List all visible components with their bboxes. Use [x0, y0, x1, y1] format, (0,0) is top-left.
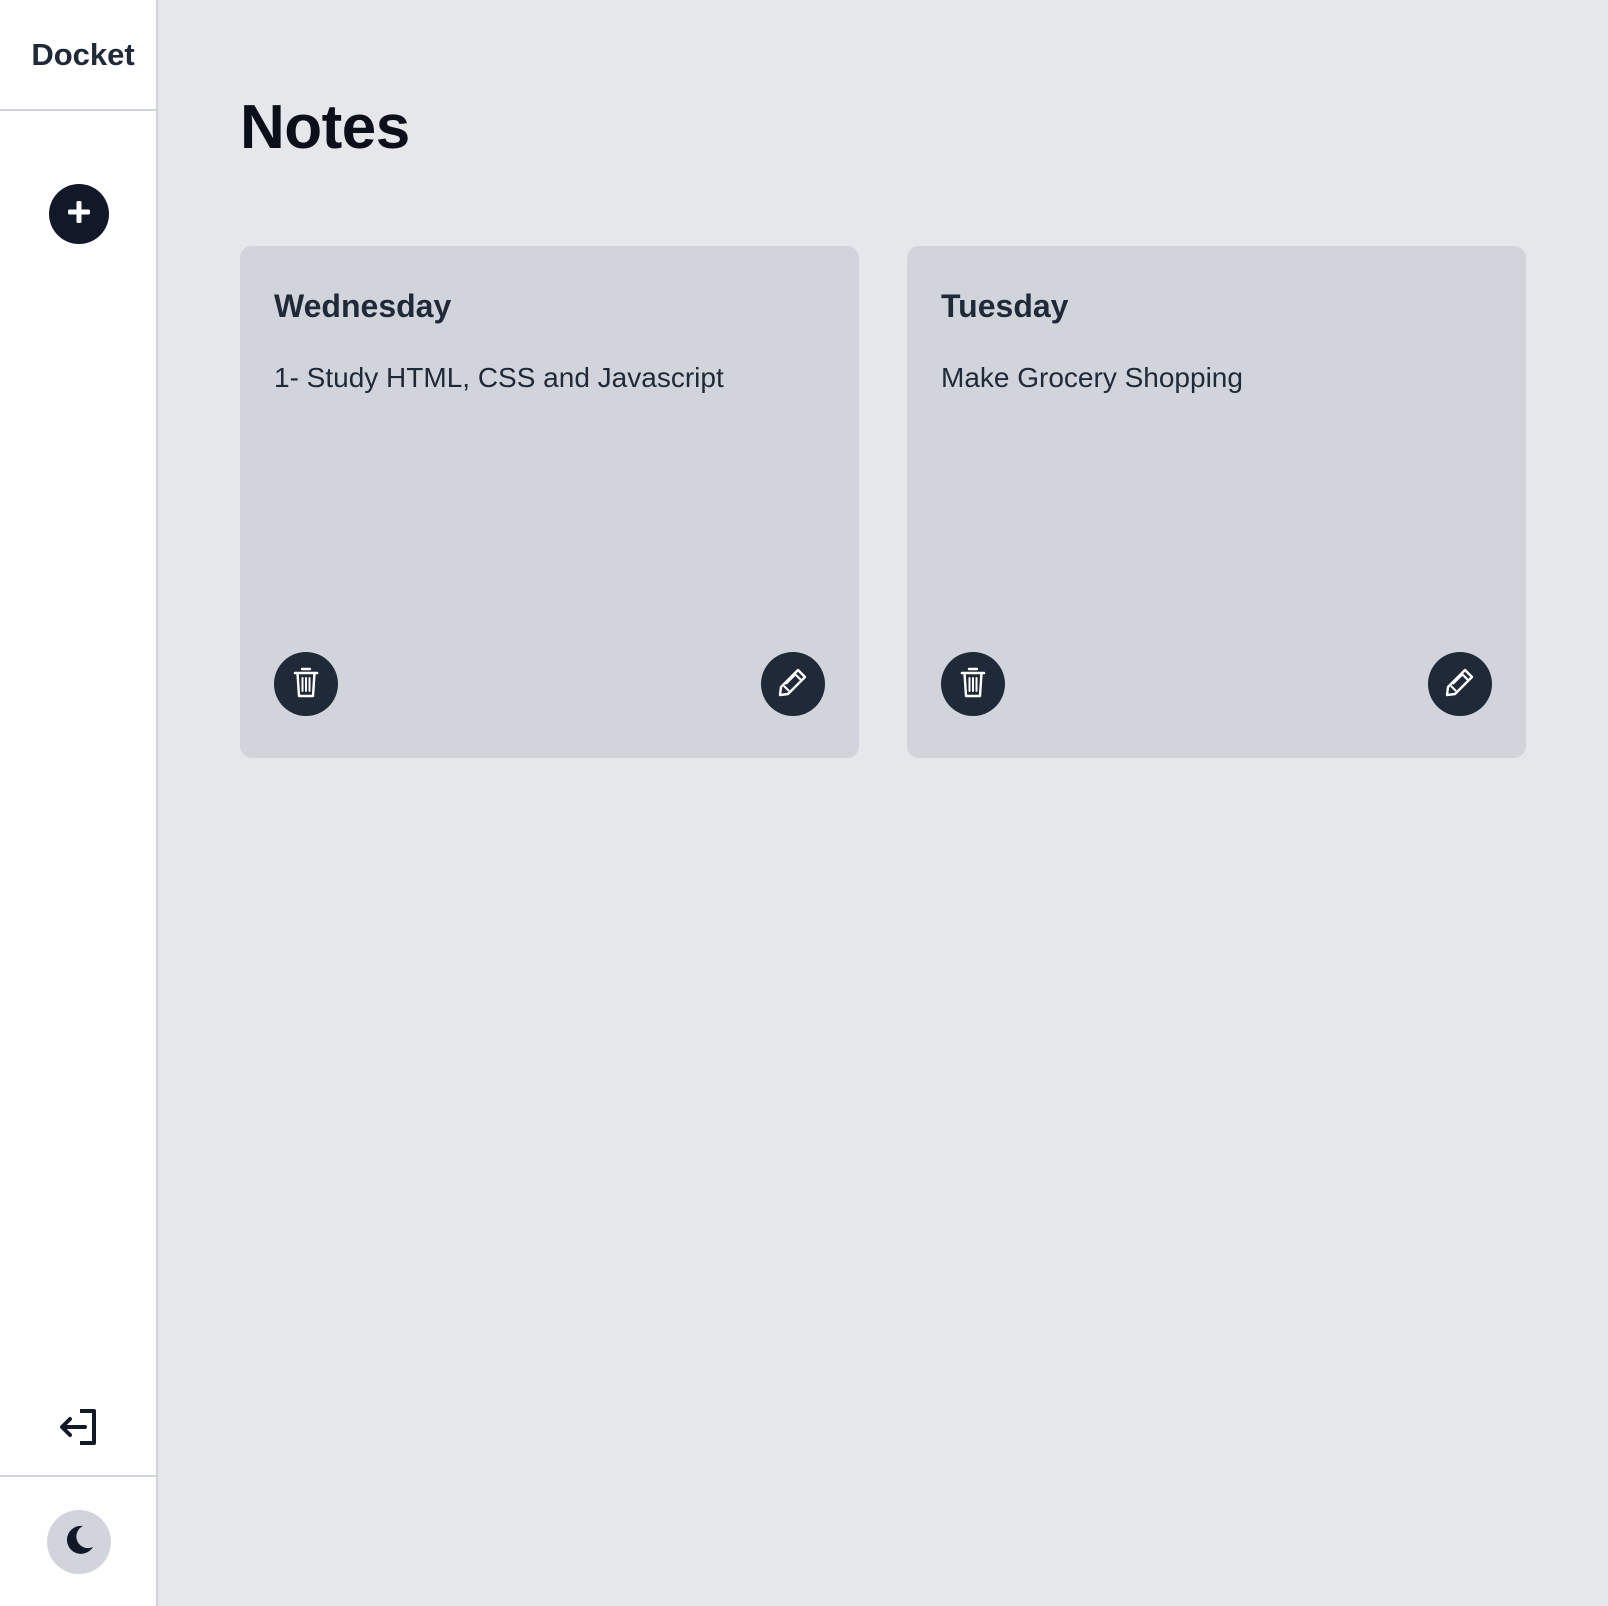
trash-icon [958, 665, 988, 704]
logout-icon [58, 1407, 100, 1452]
delete-note-button[interactable] [941, 652, 1005, 716]
edit-note-button[interactable] [761, 652, 825, 716]
moon-icon [62, 1523, 96, 1562]
plus-icon [66, 199, 92, 230]
trash-icon [291, 665, 321, 704]
pencil-icon [777, 666, 809, 703]
note-card: Wednesday 1- Study HTML, CSS and Javascr… [240, 246, 859, 758]
app-root: Docket Notes Wednesday 1- Study HTML, CS… [0, 0, 1608, 1606]
theme-toggle-button[interactable] [47, 1510, 111, 1574]
logout-button[interactable] [52, 1402, 106, 1456]
note-title: Wednesday [274, 288, 452, 324]
pencil-icon [1444, 666, 1476, 703]
add-note-button[interactable] [49, 184, 109, 244]
delete-note-button[interactable] [274, 652, 338, 716]
page-title: Notes [240, 93, 410, 162]
note-body: Make Grocery Shopping [941, 362, 1243, 393]
edit-note-button[interactable] [1428, 652, 1492, 716]
note-body: 1- Study HTML, CSS and Javascript [274, 362, 724, 393]
note-title: Tuesday [941, 288, 1069, 324]
note-card: Tuesday Make Grocery Shopping [907, 246, 1526, 758]
brand-logo[interactable]: Docket [0, 0, 156, 111]
sidebar-divider [0, 1475, 156, 1477]
sidebar: Docket [0, 0, 158, 1606]
